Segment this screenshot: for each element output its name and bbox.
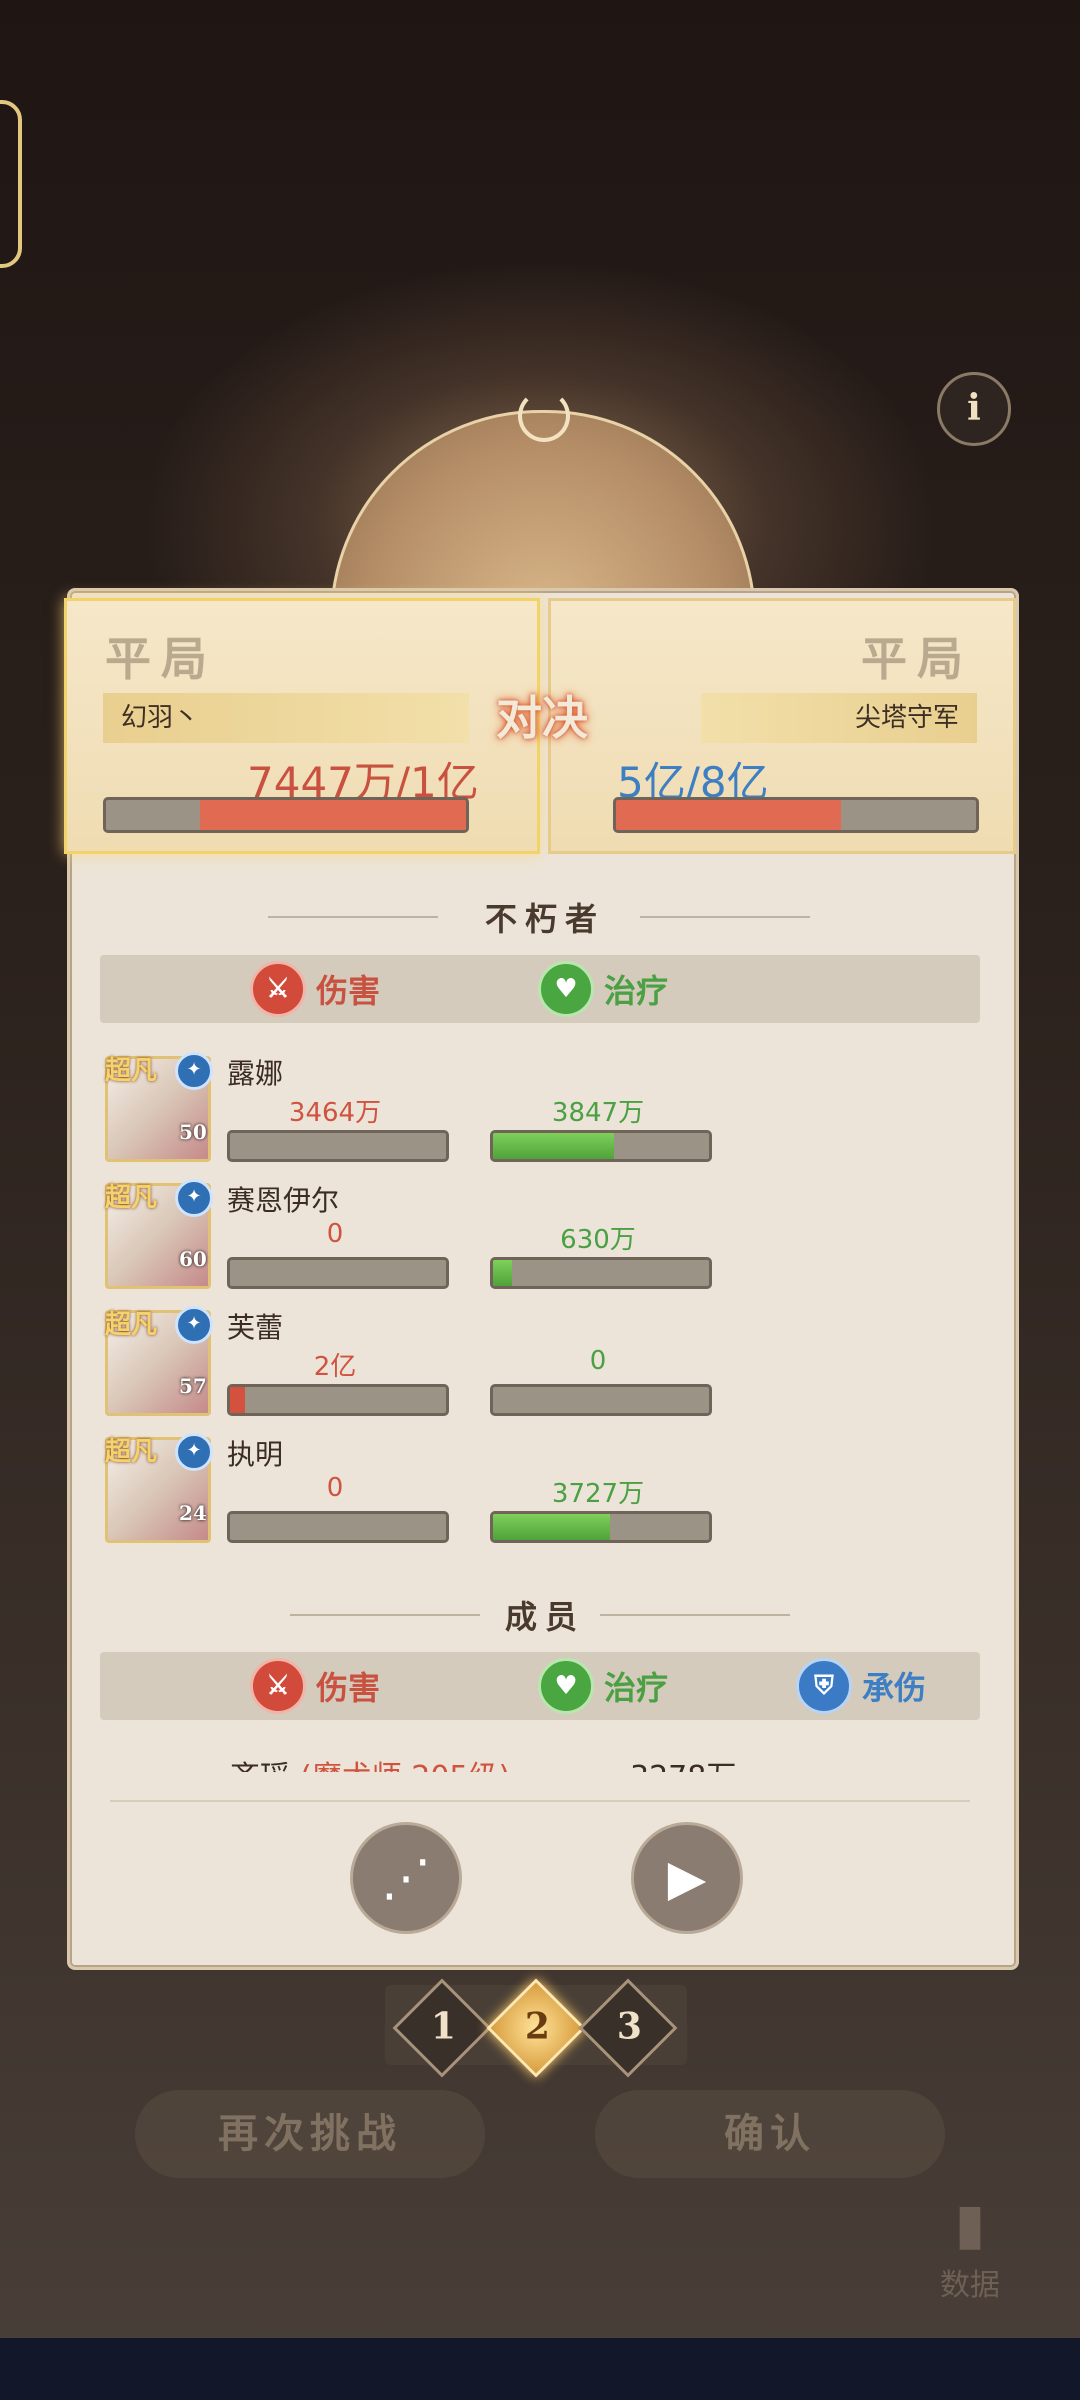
heart-icon: ♥ <box>538 1658 594 1714</box>
player-hp-fill <box>199 800 466 830</box>
page-2-button[interactable]: 2 <box>486 1978 586 2078</box>
page-2-label: 2 <box>524 2005 550 2048</box>
member-name: 齐瑶 <box>230 1758 290 1772</box>
hero-damage-bar <box>227 1384 449 1416</box>
element-icon: ✦ <box>175 1306 213 1344</box>
tab-damage[interactable]: ⚔ 伤害 <box>250 1652 380 1720</box>
page-3-button[interactable]: 3 <box>578 1978 678 2078</box>
immortal-tab-bar: ⚔ 伤害 ♥ 治疗 <box>100 955 980 1023</box>
share-button[interactable]: ⋰ <box>350 1822 462 1934</box>
element-icon: ✦ <box>175 1433 213 1471</box>
hero-damage-bar <box>227 1511 449 1543</box>
enemy-hp-fill <box>616 800 841 830</box>
hero-damage-bar <box>227 1257 449 1289</box>
divider <box>640 916 810 918</box>
hero-row[interactable]: 超凡 ✦ 60 赛恩伊尔 0 630万 <box>105 1177 985 1297</box>
member-row-partial: 齐瑶 (魔术师·205级) 3278万 <box>100 1758 980 1772</box>
tab-heal-label: 治疗 <box>604 1669 669 1707</box>
tab-damage-taken[interactable]: ⛨ 承伤 <box>796 1652 926 1720</box>
enemy-result: 平局 <box>861 632 973 686</box>
hero-level: 57 <box>179 1374 207 1398</box>
hero-heal-bar <box>490 1257 712 1289</box>
hero-name: 芙蕾 <box>227 1311 284 1344</box>
member-role: (魔术师·205级) <box>300 1758 510 1772</box>
hero-heal-fill <box>493 1514 610 1540</box>
member-section-title: 成员 <box>505 1598 586 1636</box>
member-value: 3278万 <box>630 1758 736 1772</box>
moon-ornament <box>518 390 570 442</box>
sword-icon: ⚔ <box>250 1658 306 1714</box>
hero-name: 执明 <box>227 1438 284 1471</box>
immortal-section-title: 不朽者 <box>485 900 606 938</box>
enemy-card: 平局 尖塔守军 5亿/8亿 <box>548 598 1016 854</box>
side-frame-decoration <box>0 100 22 268</box>
player-hp-bar <box>103 797 469 833</box>
tab-heal[interactable]: ♥ 治疗 <box>538 955 668 1023</box>
shield-icon: ⛨ <box>796 1658 852 1714</box>
element-icon: ✦ <box>175 1179 213 1217</box>
system-nav-bar <box>0 2338 1080 2400</box>
element-icon: ✦ <box>175 1052 213 1090</box>
data-button[interactable]: ▮ 数据 <box>920 2190 1020 2310</box>
hero-rarity: 超凡 <box>105 1056 158 1086</box>
page-1-label: 1 <box>430 2005 456 2048</box>
hero-level: 60 <box>179 1247 207 1271</box>
enemy-name: 尖塔守军 <box>701 693 977 743</box>
heart-icon: ♥ <box>538 961 594 1017</box>
hero-heal-fill <box>493 1260 513 1286</box>
hero-heal-bar <box>490 1511 712 1543</box>
hero-heal-value: 0 <box>589 1346 607 1376</box>
divider <box>600 1614 790 1616</box>
hero-damage-value: 2亿 <box>313 1352 357 1382</box>
share-icon: ⋰ <box>381 1849 431 1907</box>
tab-damage-taken-label: 承伤 <box>862 1669 927 1707</box>
hero-row[interactable]: 超凡 ✦ 57 芙蕾 2亿 0 <box>105 1304 985 1424</box>
divider <box>268 916 438 918</box>
hero-row[interactable]: 超凡 ✦ 50 露娜 3464万 3847万 <box>105 1050 985 1170</box>
hero-name: 露娜 <box>227 1057 284 1090</box>
page-1-button[interactable]: 1 <box>392 1978 492 2078</box>
tab-heal[interactable]: ♥ 治疗 <box>538 1652 668 1720</box>
page-3-label: 3 <box>616 2005 642 2048</box>
play-button[interactable]: ▶ <box>631 1822 743 1934</box>
chart-icon: ▮ <box>954 2192 986 2257</box>
versus-label: 对决 <box>496 691 588 745</box>
enemy-hp-bar <box>613 797 979 833</box>
hero-heal-value: 3847万 <box>551 1098 645 1128</box>
hero-heal-value: 630万 <box>560 1225 636 1255</box>
divider <box>110 1800 970 1802</box>
info-icon[interactable]: i <box>937 372 1011 446</box>
round-pager: 1 2 3 <box>385 1978 687 2078</box>
hero-level: 24 <box>179 1501 207 1525</box>
player-card: 平局 幻羽丶 7447万/1亿 <box>64 598 540 854</box>
hero-rarity: 超凡 <box>105 1183 158 1213</box>
hero-damage-value: 3464万 <box>288 1098 382 1128</box>
hero-damage-value: 0 <box>326 1473 344 1503</box>
play-icon: ▶ <box>667 1849 707 1907</box>
player-result: 平局 <box>105 632 217 686</box>
hero-rarity: 超凡 <box>105 1437 158 1467</box>
tab-damage-label: 伤害 <box>316 972 381 1010</box>
member-tab-bar: ⚔ 伤害 ♥ 治疗 ⛨ 承伤 <box>100 1652 980 1720</box>
tab-damage[interactable]: ⚔ 伤害 <box>250 955 380 1023</box>
tab-damage-label: 伤害 <box>316 1669 381 1707</box>
hero-heal-fill <box>493 1133 614 1159</box>
divider <box>290 1614 480 1616</box>
hero-heal-bar <box>490 1384 712 1416</box>
hero-damage-bar <box>227 1130 449 1162</box>
sword-icon: ⚔ <box>250 961 306 1017</box>
hero-name: 赛恩伊尔 <box>227 1184 340 1217</box>
hero-heal-bar <box>490 1130 712 1162</box>
hero-level: 50 <box>179 1120 207 1144</box>
tab-heal-label: 治疗 <box>604 972 669 1010</box>
hero-damage-value: 0 <box>326 1219 344 1249</box>
hero-rarity: 超凡 <box>105 1310 158 1340</box>
player-name: 幻羽丶 <box>103 693 469 743</box>
hero-row[interactable]: 超凡 ✦ 24 执明 0 3727万 <box>105 1431 985 1551</box>
data-label: 数据 <box>940 2268 1000 2303</box>
confirm-button[interactable]: 确认 <box>595 2090 945 2178</box>
hero-heal-value: 3727万 <box>551 1479 645 1509</box>
hero-damage-fill <box>230 1387 246 1413</box>
retry-button[interactable]: 再次挑战 <box>135 2090 485 2178</box>
